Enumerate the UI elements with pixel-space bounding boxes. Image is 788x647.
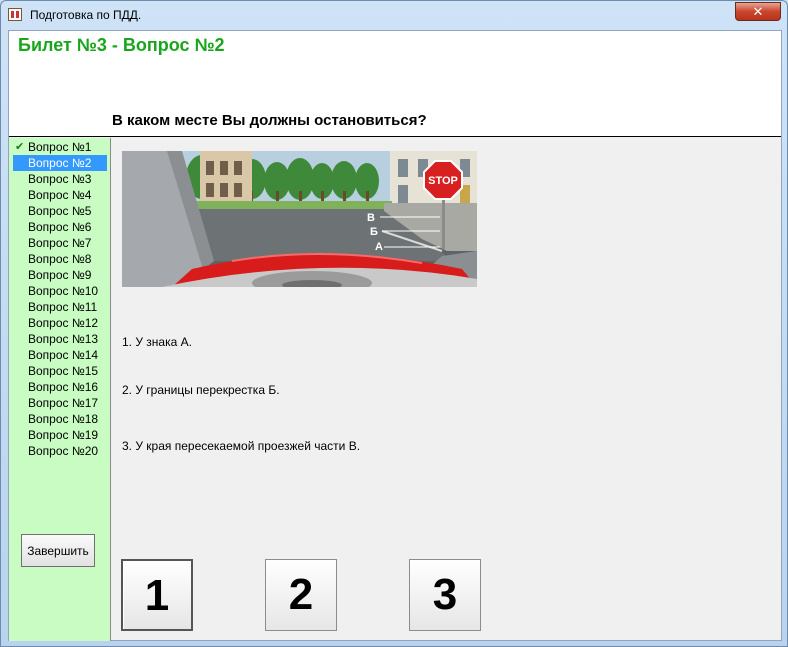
stop-sign-text: STOP — [428, 175, 458, 187]
question-list-item[interactable]: ✔ Вопрос №1 — [13, 139, 107, 155]
close-button[interactable]: ✕ — [735, 2, 781, 21]
question-image: В Б А STOP — [122, 151, 477, 287]
question-label: Вопрос №15 — [28, 364, 99, 378]
question-list-item[interactable]: Вопрос №5 — [13, 203, 107, 219]
question-label: Вопрос №1 — [28, 140, 92, 154]
question-list-item[interactable]: Вопрос №14 — [13, 347, 107, 363]
answer-option-3: 3. У края пересекаемой проезжей части В. — [122, 439, 361, 453]
question-list: ✔ Вопрос №1 Вопрос №2 Вопрос №3 Вопрос №4 Воп… — [13, 139, 107, 459]
question-label: Вопрос №2 — [28, 156, 92, 170]
question-list-item[interactable]: Вопрос №16 — [13, 379, 107, 395]
question-list-item[interactable]: Вопрос №15 — [13, 363, 107, 379]
question-list-item[interactable]: Вопрос №10 — [13, 283, 107, 299]
question-label: Вопрос №3 — [28, 172, 92, 186]
question-list-item[interactable]: Вопрос №2 — [13, 155, 107, 171]
question-list-item[interactable]: Вопрос №9 — [13, 267, 107, 283]
question-sidebar: ✔ Вопрос №1 Вопрос №2 Вопрос №3 Вопрос №4 Воп… — [9, 138, 111, 641]
question-label: Вопрос №20 — [28, 444, 99, 458]
question-list-item[interactable]: Вопрос №3 — [13, 171, 107, 187]
window-title: Подготовка по ПДД. — [30, 8, 142, 22]
question-list-item[interactable]: Вопрос №7 — [13, 235, 107, 251]
question-label: Вопрос №16 — [28, 380, 99, 394]
question-list-item[interactable]: Вопрос №20 — [13, 443, 107, 459]
question-list-item[interactable]: Вопрос №11 — [13, 299, 107, 315]
answer-option-2: 2. У границы перекрестка Б. — [122, 383, 280, 397]
header: Билет №3 - Вопрос №2 В каком месте Вы до… — [9, 31, 781, 137]
question-label: Вопрос №13 — [28, 332, 99, 346]
question-list-item[interactable]: Вопрос №12 — [13, 315, 107, 331]
question-label: Вопрос №4 — [28, 188, 92, 202]
app-window: Подготовка по ПДД. ✕ Билет №3 - Вопрос №… — [0, 0, 788, 647]
question-label: Вопрос №14 — [28, 348, 99, 362]
question-list-item[interactable]: Вопрос №19 — [13, 427, 107, 443]
question-label: Вопрос №8 — [28, 252, 92, 266]
marker-b: Б — [370, 226, 378, 238]
title-bar: Подготовка по ПДД. ✕ — [1, 1, 787, 29]
question-list-item[interactable]: Вопрос №4 — [13, 187, 107, 203]
answer-option-1: 1. У знака А. — [122, 335, 192, 349]
question-label: Вопрос №5 — [28, 204, 92, 218]
question-label: Вопрос №18 — [28, 412, 99, 426]
question-label: Вопрос №7 — [28, 236, 92, 250]
question-label: Вопрос №10 — [28, 284, 99, 298]
question-label: Вопрос №17 — [28, 396, 99, 410]
question-label: Вопрос №12 — [28, 316, 99, 330]
check-icon: ✔ — [15, 141, 25, 153]
answer-button-2[interactable]: 2 — [265, 559, 337, 631]
stop-sign-icon: STOP — [423, 160, 463, 200]
question-panel: В Б А STOP 1. У знака А. 2. У границы пе… — [112, 138, 781, 641]
question-label: Вопрос №11 — [28, 300, 98, 314]
marker-v: В — [367, 212, 375, 224]
question-list-item[interactable]: Вопрос №17 — [13, 395, 107, 411]
answer-button-1[interactable]: 1 — [121, 559, 193, 631]
marker-a: А — [375, 241, 383, 253]
question-label: Вопрос №19 — [28, 428, 99, 442]
app-icon — [8, 8, 22, 21]
question-list-item[interactable]: Вопрос №18 — [13, 411, 107, 427]
question-list-item[interactable]: Вопрос №8 — [13, 251, 107, 267]
question-label: Вопрос №9 — [28, 268, 92, 282]
question-text: В каком месте Вы должны остановиться? — [112, 112, 427, 129]
answer-button-3[interactable]: 3 — [409, 559, 481, 631]
question-list-item[interactable]: Вопрос №13 — [13, 331, 107, 347]
finish-button[interactable]: Завершить — [21, 534, 95, 567]
question-list-item[interactable]: Вопрос №6 — [13, 219, 107, 235]
client-area: Билет №3 - Вопрос №2 В каком месте Вы до… — [8, 30, 782, 641]
question-label: Вопрос №6 — [28, 220, 92, 234]
ticket-title: Билет №3 - Вопрос №2 — [18, 35, 225, 55]
